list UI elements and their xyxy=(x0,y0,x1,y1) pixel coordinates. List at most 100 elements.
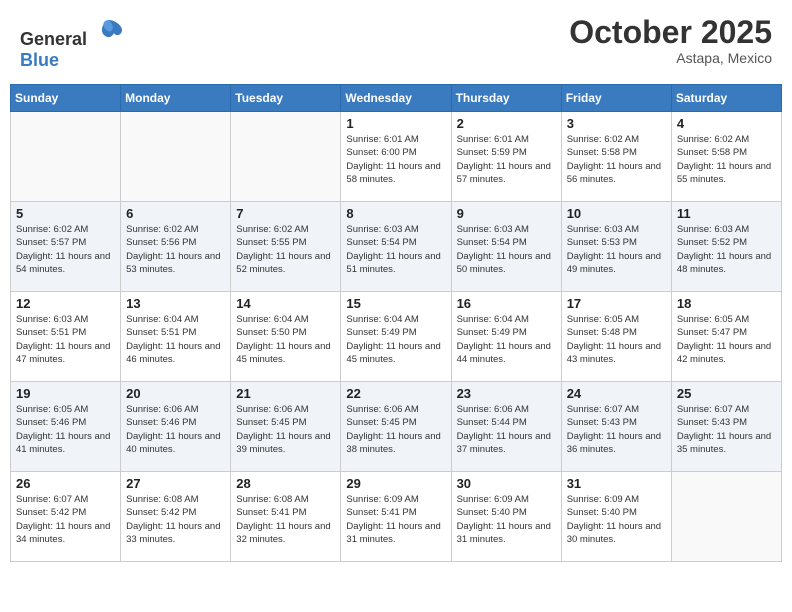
title-section: October 2025 Astapa, Mexico xyxy=(569,15,772,66)
logo-bird-icon xyxy=(94,15,124,45)
day-number: 19 xyxy=(16,386,115,401)
day-info: Sunrise: 6:03 AM Sunset: 5:52 PM Dayligh… xyxy=(677,223,776,276)
day-info: Sunrise: 6:03 AM Sunset: 5:51 PM Dayligh… xyxy=(16,313,115,366)
weekday-header: Thursday xyxy=(451,85,561,112)
calendar-day: 28 Sunrise: 6:08 AM Sunset: 5:41 PM Dayli… xyxy=(231,472,341,562)
day-number: 5 xyxy=(16,206,115,221)
calendar-table: SundayMondayTuesdayWednesdayThursdayFrid… xyxy=(10,84,782,562)
calendar-day: 23 Sunrise: 6:06 AM Sunset: 5:44 PM Dayli… xyxy=(451,382,561,472)
calendar-day: 19 Sunrise: 6:05 AM Sunset: 5:46 PM Dayli… xyxy=(11,382,121,472)
day-number: 29 xyxy=(346,476,445,491)
day-info: Sunrise: 6:03 AM Sunset: 5:53 PM Dayligh… xyxy=(567,223,666,276)
calendar-day xyxy=(11,112,121,202)
calendar-day: 10 Sunrise: 6:03 AM Sunset: 5:53 PM Dayli… xyxy=(561,202,671,292)
calendar-day: 15 Sunrise: 6:04 AM Sunset: 5:49 PM Dayli… xyxy=(341,292,451,382)
calendar-day: 27 Sunrise: 6:08 AM Sunset: 5:42 PM Dayli… xyxy=(121,472,231,562)
calendar-day xyxy=(671,472,781,562)
day-number: 28 xyxy=(236,476,335,491)
day-number: 22 xyxy=(346,386,445,401)
calendar-day: 2Sunrise: 6:01 AM Sunset: 5:59 PM Daylig… xyxy=(451,112,561,202)
day-info: Sunrise: 6:02 AM Sunset: 5:55 PM Dayligh… xyxy=(236,223,335,276)
day-number: 7 xyxy=(236,206,335,221)
weekday-header: Monday xyxy=(121,85,231,112)
day-number: 25 xyxy=(677,386,776,401)
day-number: 4 xyxy=(677,116,776,131)
day-number: 13 xyxy=(126,296,225,311)
day-number: 8 xyxy=(346,206,445,221)
day-info: Sunrise: 6:04 AM Sunset: 5:49 PM Dayligh… xyxy=(346,313,445,366)
day-info: Sunrise: 6:08 AM Sunset: 5:42 PM Dayligh… xyxy=(126,493,225,546)
day-info: Sunrise: 6:04 AM Sunset: 5:51 PM Dayligh… xyxy=(126,313,225,366)
calendar-week-row: 1Sunrise: 6:01 AM Sunset: 6:00 PM Daylig… xyxy=(11,112,782,202)
calendar-day: 11 Sunrise: 6:03 AM Sunset: 5:52 PM Dayli… xyxy=(671,202,781,292)
day-info: Sunrise: 6:02 AM Sunset: 5:57 PM Dayligh… xyxy=(16,223,115,276)
calendar-day: 5 Sunrise: 6:02 AM Sunset: 5:57 PM Daylig… xyxy=(11,202,121,292)
location: Astapa, Mexico xyxy=(569,50,772,66)
day-info: Sunrise: 6:03 AM Sunset: 5:54 PM Dayligh… xyxy=(346,223,445,276)
day-number: 3 xyxy=(567,116,666,131)
calendar-day: 9 Sunrise: 6:03 AM Sunset: 5:54 PM Daylig… xyxy=(451,202,561,292)
day-number: 2 xyxy=(457,116,556,131)
calendar-week-row: 12 Sunrise: 6:03 AM Sunset: 5:51 PM Dayli… xyxy=(11,292,782,382)
day-info: Sunrise: 6:06 AM Sunset: 5:45 PM Dayligh… xyxy=(346,403,445,456)
weekday-header: Sunday xyxy=(11,85,121,112)
day-number: 16 xyxy=(457,296,556,311)
day-info: Sunrise: 6:05 AM Sunset: 5:47 PM Dayligh… xyxy=(677,313,776,366)
day-number: 15 xyxy=(346,296,445,311)
day-number: 24 xyxy=(567,386,666,401)
calendar-day: 7 Sunrise: 6:02 AM Sunset: 5:55 PM Daylig… xyxy=(231,202,341,292)
day-info: Sunrise: 6:03 AM Sunset: 5:54 PM Dayligh… xyxy=(457,223,556,276)
day-number: 6 xyxy=(126,206,225,221)
weekday-header: Saturday xyxy=(671,85,781,112)
day-number: 26 xyxy=(16,476,115,491)
calendar-day xyxy=(231,112,341,202)
day-number: 23 xyxy=(457,386,556,401)
weekday-header: Friday xyxy=(561,85,671,112)
calendar-day: 8 Sunrise: 6:03 AM Sunset: 5:54 PM Daylig… xyxy=(341,202,451,292)
day-info: Sunrise: 6:09 AM Sunset: 5:40 PM Dayligh… xyxy=(567,493,666,546)
calendar-day: 12 Sunrise: 6:03 AM Sunset: 5:51 PM Dayli… xyxy=(11,292,121,382)
day-number: 10 xyxy=(567,206,666,221)
calendar-day: 18Sunrise: 6:05 AM Sunset: 5:47 PM Dayli… xyxy=(671,292,781,382)
calendar-day: 31Sunrise: 6:09 AM Sunset: 5:40 PM Dayli… xyxy=(561,472,671,562)
logo: General Blue xyxy=(20,15,124,71)
day-info: Sunrise: 6:08 AM Sunset: 5:41 PM Dayligh… xyxy=(236,493,335,546)
day-number: 27 xyxy=(126,476,225,491)
calendar-day xyxy=(121,112,231,202)
day-info: Sunrise: 6:05 AM Sunset: 5:46 PM Dayligh… xyxy=(16,403,115,456)
day-info: Sunrise: 6:01 AM Sunset: 6:00 PM Dayligh… xyxy=(346,133,445,186)
calendar-day: 22 Sunrise: 6:06 AM Sunset: 5:45 PM Dayli… xyxy=(341,382,451,472)
day-info: Sunrise: 6:05 AM Sunset: 5:48 PM Dayligh… xyxy=(567,313,666,366)
calendar-day: 17 Sunrise: 6:05 AM Sunset: 5:48 PM Dayli… xyxy=(561,292,671,382)
day-number: 20 xyxy=(126,386,225,401)
calendar-day: 25Sunrise: 6:07 AM Sunset: 5:43 PM Dayli… xyxy=(671,382,781,472)
page-header: General Blue October 2025 Astapa, Mexico xyxy=(10,10,782,76)
day-number: 11 xyxy=(677,206,776,221)
calendar-day: 4 Sunrise: 6:02 AM Sunset: 5:58 PM Daylig… xyxy=(671,112,781,202)
calendar-day: 21Sunrise: 6:06 AM Sunset: 5:45 PM Dayli… xyxy=(231,382,341,472)
weekday-header: Wednesday xyxy=(341,85,451,112)
calendar-day: 24 Sunrise: 6:07 AM Sunset: 5:43 PM Dayli… xyxy=(561,382,671,472)
calendar-week-row: 26Sunrise: 6:07 AM Sunset: 5:42 PM Dayli… xyxy=(11,472,782,562)
day-info: Sunrise: 6:02 AM Sunset: 5:58 PM Dayligh… xyxy=(677,133,776,186)
day-info: Sunrise: 6:07 AM Sunset: 5:43 PM Dayligh… xyxy=(567,403,666,456)
logo-blue: Blue xyxy=(20,50,59,70)
day-info: Sunrise: 6:02 AM Sunset: 5:58 PM Dayligh… xyxy=(567,133,666,186)
calendar-day: 30Sunrise: 6:09 AM Sunset: 5:40 PM Dayli… xyxy=(451,472,561,562)
day-number: 21 xyxy=(236,386,335,401)
day-number: 17 xyxy=(567,296,666,311)
day-info: Sunrise: 6:09 AM Sunset: 5:41 PM Dayligh… xyxy=(346,493,445,546)
calendar-day: 1Sunrise: 6:01 AM Sunset: 6:00 PM Daylig… xyxy=(341,112,451,202)
calendar-day: 13 Sunrise: 6:04 AM Sunset: 5:51 PM Dayli… xyxy=(121,292,231,382)
calendar-day: 6Sunrise: 6:02 AM Sunset: 5:56 PM Daylig… xyxy=(121,202,231,292)
month-title: October 2025 xyxy=(569,15,772,50)
calendar-day: 14Sunrise: 6:04 AM Sunset: 5:50 PM Dayli… xyxy=(231,292,341,382)
day-info: Sunrise: 6:06 AM Sunset: 5:44 PM Dayligh… xyxy=(457,403,556,456)
weekday-header: Tuesday xyxy=(231,85,341,112)
weekday-header-row: SundayMondayTuesdayWednesdayThursdayFrid… xyxy=(11,85,782,112)
logo-general: General xyxy=(20,29,87,49)
day-info: Sunrise: 6:06 AM Sunset: 5:46 PM Dayligh… xyxy=(126,403,225,456)
day-number: 9 xyxy=(457,206,556,221)
calendar-day: 3 Sunrise: 6:02 AM Sunset: 5:58 PM Daylig… xyxy=(561,112,671,202)
day-number: 12 xyxy=(16,296,115,311)
